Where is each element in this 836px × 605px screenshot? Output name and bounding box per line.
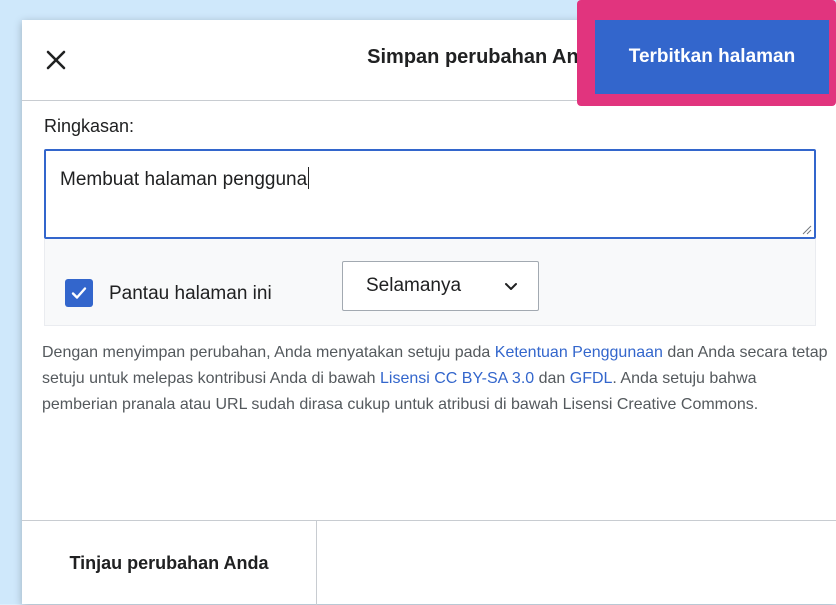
- watch-checkbox[interactable]: [65, 279, 93, 307]
- review-changes-button[interactable]: Tinjau perubahan Anda: [22, 521, 317, 605]
- terms-of-use-link[interactable]: Ketentuan Penggunaan: [495, 344, 663, 361]
- summary-label: Ringkasan:: [44, 116, 135, 136]
- checkmark-icon: [71, 287, 87, 299]
- text-caret: [308, 167, 310, 189]
- summary-input[interactable]: Membuat halaman pengguna: [44, 149, 816, 239]
- watch-checkbox-label[interactable]: Pantau halaman ini: [109, 283, 272, 305]
- summary-input-value: Membuat halaman pengguna: [60, 167, 310, 190]
- chevron-down-icon: [505, 283, 517, 290]
- save-dialog: Simpan perubahan Anda Ringkasan: Membuat…: [22, 20, 836, 605]
- cc-by-sa-link[interactable]: Lisensi CC BY-SA 3.0: [380, 370, 534, 387]
- close-icon: [46, 50, 66, 70]
- background-strip-left: [0, 0, 22, 604]
- review-changes-label: Tinjau perubahan Anda: [69, 552, 269, 573]
- close-button[interactable]: [36, 40, 76, 80]
- gfdl-link[interactable]: GFDL: [570, 370, 613, 387]
- watch-period-value: Selamanya: [366, 275, 462, 296]
- watch-period-dropdown[interactable]: Selamanya: [342, 261, 539, 311]
- dialog-footer: Tinjau perubahan Anda: [22, 520, 836, 605]
- license-notice: Dengan menyimpan perubahan, Anda menyata…: [42, 344, 828, 413]
- save-options-panel: Pantau halaman ini Selamanya: [44, 239, 816, 326]
- publish-button[interactable]: Terbitkan halaman: [595, 20, 829, 94]
- dialog-title: Simpan perubahan Anda: [367, 46, 602, 68]
- resize-grip-icon[interactable]: [802, 225, 812, 235]
